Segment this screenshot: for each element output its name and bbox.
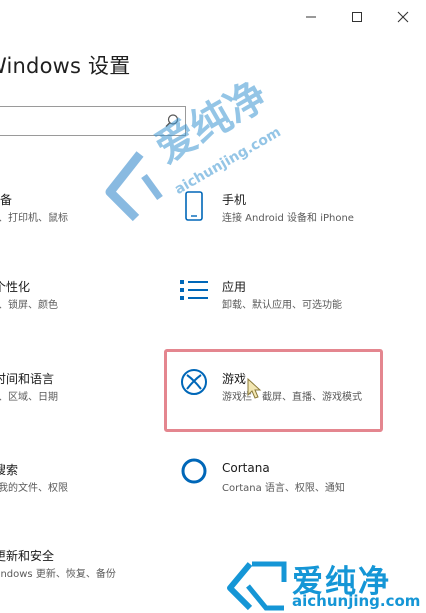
tile-description: 音、区域、日期 (0, 392, 58, 403)
tile-personalization[interactable]: 个性化 景、锁屏、颜色 (0, 272, 150, 322)
tile-title: 搜索 (0, 463, 19, 477)
maximize-icon (352, 12, 362, 22)
maximize-button[interactable] (334, 0, 380, 34)
tile-time-language[interactable]: 时间和语言 音、区域、日期 (0, 364, 150, 414)
settings-window: Windows 设置 设备 牙、打印机、鼠标 手机 连接 Android 设备和… (0, 0, 426, 613)
watermark-url-text: aichunjing.com (292, 592, 421, 610)
close-icon (397, 11, 409, 23)
minimize-button[interactable] (288, 0, 334, 34)
minimize-icon (306, 16, 316, 18)
watermark-logo-icon (226, 560, 288, 613)
watermark-top: 爱纯净 aichunjing.com (100, 72, 300, 258)
tile-title: 设备 (0, 193, 13, 207)
tile-apps[interactable]: 应用 卸载、默认应用、可选功能 (176, 272, 396, 322)
watermark-bottom: 爱纯净 aichunjing.com (226, 556, 426, 613)
tile-cortana[interactable]: Cortana Cortana 语言、权限、通知 (176, 455, 396, 505)
cortana-icon (180, 457, 208, 489)
tile-title: 个性化 (0, 280, 31, 294)
tile-description: 牙、打印机、鼠标 (0, 213, 68, 224)
tile-update-security[interactable]: 更新和安全 Windows 更新、恢复、备份 (0, 541, 150, 591)
mouse-cursor-icon (245, 377, 263, 405)
tile-description: 景、锁屏、颜色 (0, 300, 58, 311)
watermark-brand-text: 爱纯净 (148, 72, 275, 173)
tile-title: 更新和安全 (0, 549, 55, 563)
highlight-box (164, 349, 383, 432)
tile-title: 时间和语言 (0, 372, 55, 386)
tile-title: Cortana (222, 461, 270, 475)
apps-icon (178, 278, 210, 310)
window-controls (288, 0, 426, 34)
close-button[interactable] (380, 0, 426, 34)
page-title: Windows 设置 (0, 54, 131, 78)
tile-description: 卸载、默认应用、可选功能 (222, 300, 342, 311)
tile-description: 找我的文件、权限 (0, 483, 68, 494)
tile-search[interactable]: 搜索 找我的文件、权限 (0, 455, 150, 505)
tile-title: 应用 (222, 280, 247, 294)
tile-description: Windows 更新、恢复、备份 (0, 569, 116, 580)
tile-description: Cortana 语言、权限、通知 (222, 483, 345, 494)
